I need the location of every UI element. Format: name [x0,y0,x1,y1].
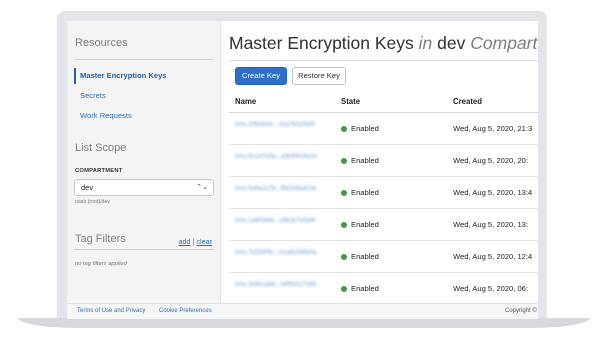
restore-key-button[interactable]: Restore Key [292,67,346,85]
title-in: in [418,33,433,53]
create-key-button[interactable]: Create Key [235,67,287,85]
title-compartment-word: Compartment [470,33,538,53]
state-cell: Enabled [341,124,379,133]
created-cell: Wed, Aug 5, 2020, 12:4 [453,252,533,261]
enabled-status-icon [341,253,347,260]
nav-secrets[interactable]: Secrets [74,88,215,104]
no-tag-filters-text: no tag filters applied [75,261,127,267]
table-row: kms-2f6b9e4c...d1a7b3c5e9f Enabled Wed, … [229,113,538,145]
separator: | [192,237,195,246]
nav-work-requests[interactable]: Work Requests [74,108,215,124]
created-cell: Wed, Aug 5, 2020, 06: [453,284,529,293]
state-label: Enabled [351,188,379,197]
tag-filter-actions: add | clear [179,237,212,246]
footer: Terms of Use and Privacy Cookie Preferen… [67,303,538,319]
table-row: kms-1a6f3d8e...c9b2e7a5d4f Enabled Wed, … [229,209,538,241]
created-cell: Wed, Aug 5, 2020, 21:3 [453,124,533,133]
key-name-link[interactable]: kms-5e9a2c7b...f8d1b6a4c3e [235,184,335,193]
created-cell: Wed, Aug 5, 2020, 20: [453,156,529,165]
state-cell: Enabled [341,252,379,261]
terms-link[interactable]: Terms of Use and Privacy [77,308,145,314]
state-cell: Enabled [341,188,379,197]
clear-tag-filters-link[interactable]: clear [196,237,212,246]
compartment-label: COMPARTMENT [75,168,123,174]
column-header-name[interactable]: Name [235,91,256,112]
enabled-status-icon [341,221,347,228]
compartment-select[interactable]: dev ⌃⌄ [74,179,214,196]
state-label: Enabled [351,220,379,229]
key-name-link[interactable]: kms-2f6b9e4c...d1a7b3c5e9f [235,120,335,129]
state-label: Enabled [351,252,379,261]
compartment-value: dev [81,183,94,192]
created-cell: Wed, Aug 5, 2020, 13: [453,220,529,229]
compartment-path: oasb (root)/dev [75,199,110,205]
tag-filters-heading: Tag Filters [75,233,126,245]
column-header-created[interactable]: Created [453,91,482,112]
key-name-link[interactable]: kms-7d2b5f9c...e1a8c3d6b9a [235,248,335,257]
column-header-state[interactable]: State [341,91,360,112]
table-row: kms-5e9a2c7b...f8d1b6a4c3e Enabled Wed, … [229,177,538,209]
cookie-preferences-link[interactable]: Cookie Preferences [159,308,212,314]
key-name-link[interactable]: kms-1a6f3d8e...c9b2e7a5d4f [235,216,335,225]
laptop-base [0,318,608,342]
divider [74,249,214,250]
console-screen: Resources Master Encryption Keys Secrets… [67,21,538,319]
title-compartment-name: dev [437,33,466,53]
state-label: Enabled [351,284,379,293]
divider [74,59,214,60]
add-tag-filter-link[interactable]: add [179,237,191,246]
list-scope-heading: List Scope [75,142,127,154]
title-resource: Master Encryption Keys [229,33,414,53]
state-label: Enabled [351,156,379,165]
chevron-updown-icon: ⌃⌄ [196,184,208,191]
key-name-link[interactable]: kms-3c8e1a6d...b4f9d2c7e5b [235,280,335,289]
nav-master-encryption-keys[interactable]: Master Encryption Keys [74,68,215,84]
divider [229,60,538,61]
state-cell: Enabled [341,156,379,165]
sidebar: Resources Master Encryption Keys Secrets… [67,21,221,303]
state-cell: Enabled [341,220,379,229]
enabled-status-icon [341,125,347,132]
enabled-status-icon [341,157,347,164]
resources-heading: Resources [75,37,128,49]
state-cell: Enabled [341,284,379,293]
created-cell: Wed, Aug 5, 2020, 13:4 [453,188,533,197]
state-label: Enabled [351,124,379,133]
enabled-status-icon [341,285,347,292]
enabled-status-icon [341,189,347,196]
table-row: kms-8c1d7e5a...a3b6f4c9e2d Enabled Wed, … [229,145,538,177]
copyright-text: Copyright © [505,308,537,314]
table-row: kms-7d2b5f9c...e1a8c3d6b9a Enabled Wed, … [229,241,538,273]
table-row: kms-3c8e1a6d...b4f9d2c7e5b Enabled Wed, … [229,273,538,305]
page-title: Master Encryption Keys in dev Compartmen… [229,33,538,54]
key-name-link[interactable]: kms-8c1d7e5a...a3b6f4c9e2d [235,152,335,161]
main-content: Master Encryption Keys in dev Compartmen… [221,21,538,305]
